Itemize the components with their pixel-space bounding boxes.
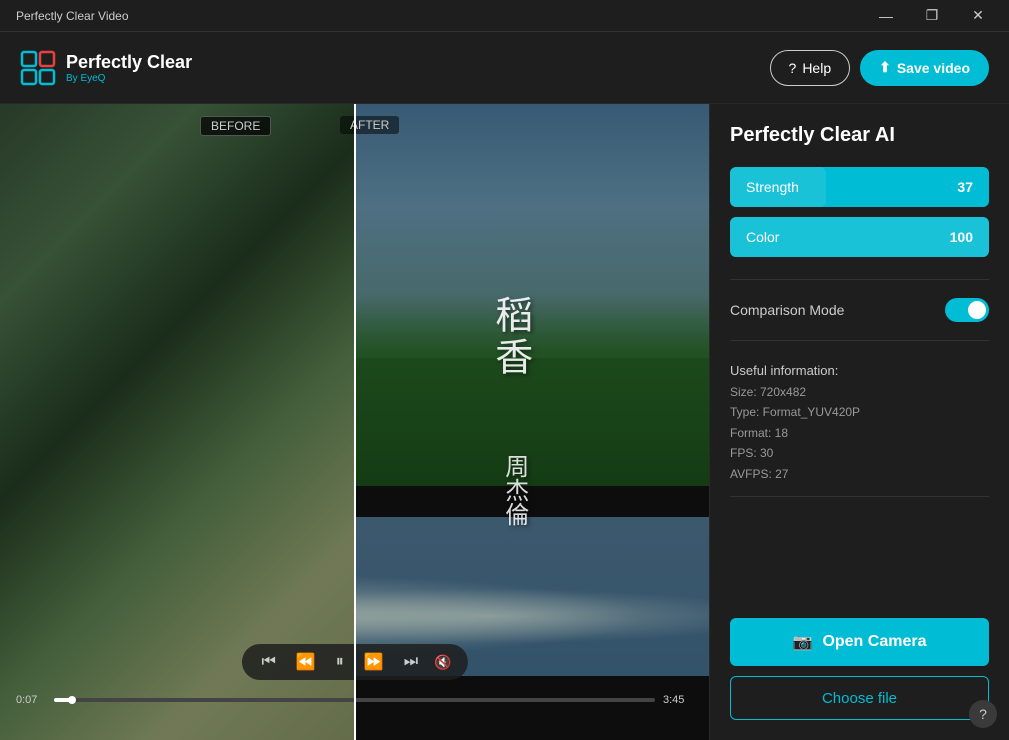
info-size: Size: 720x482 <box>730 382 989 402</box>
before-label: BEFORE <box>200 116 271 136</box>
video-mock: 稻香 周杰倫 <box>0 104 709 740</box>
info-fps: FPS: 30 <box>730 443 989 463</box>
after-label: AFTER <box>340 116 399 134</box>
help-icon: ? <box>789 60 797 76</box>
divider-2 <box>730 340 989 341</box>
time-total: 3:45 <box>663 694 693 706</box>
timeline-thumb <box>68 696 76 704</box>
logo: Perfectly Clear By EyeQ <box>20 50 192 86</box>
choose-file-label: Choose file <box>822 690 897 707</box>
toggle-thumb <box>968 301 986 319</box>
logo-sub: By EyeQ <box>66 73 192 84</box>
logo-icon <box>20 50 56 86</box>
chinese-text-sub: 周杰倫 <box>497 454 532 526</box>
rewind-button[interactable]: ⏮ <box>257 651 279 673</box>
play-pause-button[interactable]: ⏸ <box>332 651 348 673</box>
fast-forward-button[interactable]: ⏭ <box>400 651 422 673</box>
titlebar-left: Perfectly Clear Video <box>8 9 129 23</box>
divider-3 <box>730 496 989 497</box>
info-avfps: AVFPS: 27 <box>730 464 989 484</box>
chinese-text-main: 稻香 <box>486 295 532 379</box>
time-current: 0:07 <box>16 694 46 706</box>
help-bubble[interactable]: ? <box>969 700 997 728</box>
minimize-button[interactable]: — <box>863 0 909 32</box>
useful-info-title: Useful information: <box>730 363 989 378</box>
strength-slider[interactable]: Strength 37 <box>730 167 989 207</box>
help-button[interactable]: ? Help <box>770 50 851 86</box>
volume-icon: 🔇 <box>434 654 451 671</box>
useful-info: Useful information: Size: 720x482 Type: … <box>730 363 989 484</box>
main: BEFORE AFTER 稻香 周杰倫 <box>0 104 1009 740</box>
comparison-mode-label: Comparison Mode <box>730 302 844 318</box>
camera-icon: 📷 <box>793 632 813 652</box>
video-container[interactable]: BEFORE AFTER 稻香 周杰倫 <box>0 104 709 740</box>
open-camera-label: Open Camera <box>822 633 926 651</box>
step-back-button[interactable]: ⏪ <box>292 650 320 674</box>
header: Perfectly Clear By EyeQ ? Help ⬆ Save vi… <box>0 32 1009 104</box>
divider-1 <box>730 279 989 280</box>
open-camera-button[interactable]: 📷 Open Camera <box>730 618 989 666</box>
save-icon: ⬆ <box>879 59 891 76</box>
titlebar-controls: — ❐ ✕ <box>863 0 1001 32</box>
info-format: Format: 18 <box>730 423 989 443</box>
comparison-divider[interactable] <box>354 104 356 740</box>
titlebar: Perfectly Clear Video — ❐ ✕ <box>0 0 1009 32</box>
maximize-button[interactable]: ❐ <box>909 0 955 32</box>
sidebar-title: Perfectly Clear AI <box>730 124 989 147</box>
step-forward-button[interactable]: ⏩ <box>360 650 388 674</box>
comparison-row: Comparison Mode <box>730 292 989 328</box>
color-slider[interactable]: Color 100 <box>730 217 989 257</box>
save-video-button[interactable]: ⬆ Save video <box>860 50 989 86</box>
app-title: Perfectly Clear Video <box>16 9 129 23</box>
help-label: Help <box>802 60 831 76</box>
video-area: BEFORE AFTER 稻香 周杰倫 <box>0 104 709 740</box>
sidebar: Perfectly Clear AI Strength 37 Color 100… <box>709 104 1009 740</box>
sidebar-bottom: 📷 Open Camera Choose file <box>730 618 989 720</box>
header-buttons: ? Help ⬆ Save video <box>770 50 989 86</box>
strength-value: 37 <box>957 179 973 195</box>
logo-main: Perfectly Clear <box>66 52 192 73</box>
choose-file-button[interactable]: Choose file <box>730 676 989 720</box>
info-type: Type: Format_YUV420P <box>730 402 989 422</box>
comparison-toggle[interactable] <box>945 298 989 322</box>
save-label: Save video <box>897 60 970 76</box>
logo-text: Perfectly Clear By EyeQ <box>66 52 192 84</box>
close-button[interactable]: ✕ <box>955 0 1001 32</box>
